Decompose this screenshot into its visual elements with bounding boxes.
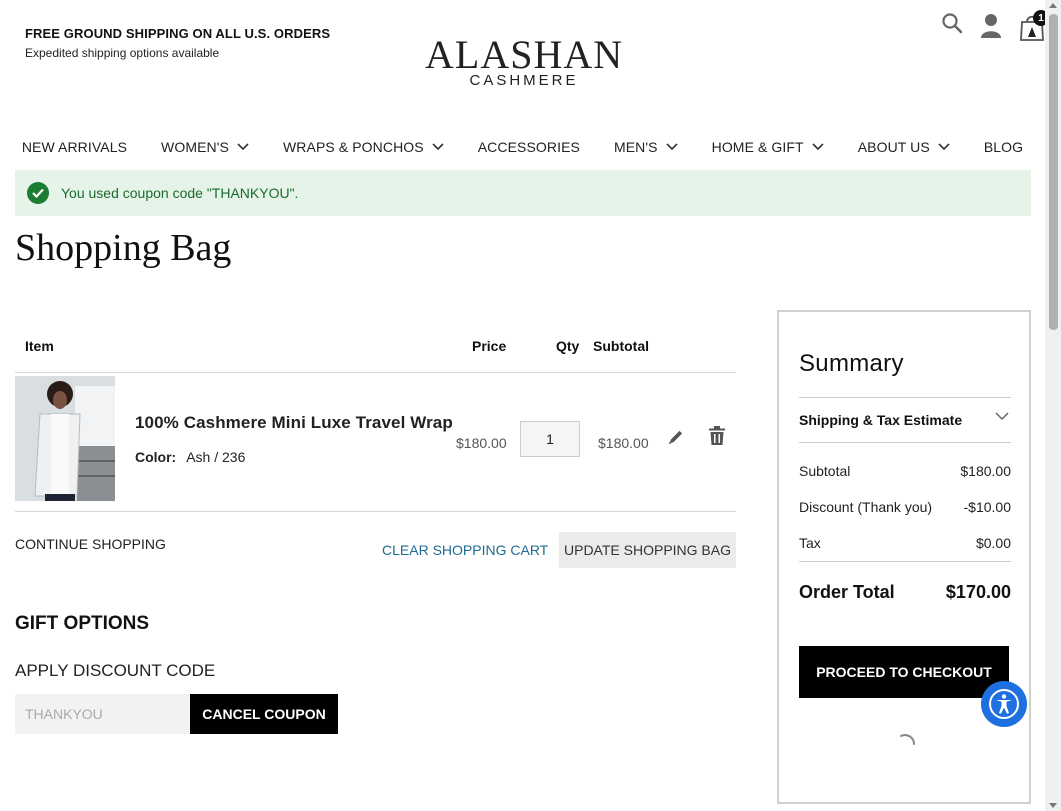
chevron-down-icon: [938, 143, 950, 151]
page-title: Shopping Bag: [15, 227, 232, 269]
nav-item-label: WOMEN'S: [161, 139, 229, 155]
summary-row-tax: Tax $0.00: [799, 535, 1011, 551]
shipping-promo: FREE GROUND SHIPPING ON ALL U.S. ORDERS …: [25, 26, 330, 60]
page-scrollbar[interactable]: [1045, 0, 1061, 811]
nav-item-wraps-ponchos[interactable]: WRAPS & PONCHOS: [266, 137, 461, 157]
summary-title: Summary: [799, 350, 904, 377]
summary-row-value: $180.00: [960, 463, 1011, 479]
coupon-success-message: You used coupon code "THANKYOU".: [15, 170, 1031, 216]
nav-item-label: WRAPS & PONCHOS: [282, 139, 424, 155]
scrollbar-thumb[interactable]: [1049, 14, 1058, 330]
chevron-down-icon: [432, 143, 444, 151]
search-icon[interactable]: [941, 12, 963, 42]
accessibility-icon[interactable]: [981, 681, 1027, 727]
summary-row-label: Subtotal: [799, 463, 851, 479]
item-price: $180.00: [456, 435, 507, 451]
nav-item-label: MEN'S: [613, 139, 658, 155]
summary-row-value: $0.00: [975, 535, 1011, 551]
summary-row-label: Tax: [799, 535, 821, 551]
quantity-input[interactable]: 1: [520, 421, 580, 457]
column-header-subtotal: Subtotal: [593, 338, 649, 354]
nav-item-home-gift[interactable]: HOME & GIFT: [695, 137, 841, 157]
column-header-item: Item: [25, 338, 54, 354]
promo-title: FREE GROUND SHIPPING ON ALL U.S. ORDERS: [25, 26, 331, 41]
nav-item-label: HOME & GIFT: [711, 139, 804, 155]
nav-item-label: ACCESSORIES: [477, 139, 580, 155]
account-icon[interactable]: [980, 12, 1002, 42]
checkmark-icon: [27, 182, 49, 204]
gift-options-heading: GIFT OPTIONS: [15, 613, 150, 634]
main-nav: NEW ARRIVALS WOMEN'S WRAPS & PONCHOS ACC…: [0, 137, 1045, 157]
summary-row-label: Discount (Thank you): [799, 499, 933, 515]
cart-icon[interactable]: 1: [1019, 10, 1049, 42]
loading-spinner-icon: [897, 732, 917, 757]
column-header-qty: Qty: [556, 338, 580, 354]
nav-item-womens[interactable]: WOMEN'S: [144, 137, 266, 157]
nav-item-new-arrivals[interactable]: NEW ARRIVALS: [5, 137, 144, 157]
discount-code-heading[interactable]: APPLY DISCOUNT CODE: [15, 661, 215, 681]
cancel-coupon-button[interactable]: CANCEL COUPON: [190, 694, 338, 734]
product-color: Color: Ash / 236: [135, 449, 245, 465]
clear-cart-link[interactable]: CLEAR SHOPPING CART: [382, 542, 548, 558]
order-total-value: $170.00: [945, 582, 1011, 602]
site-logo[interactable]: ALASHAN CASHMERE: [425, 32, 624, 90]
color-label: Color:: [135, 449, 177, 465]
divider: [799, 561, 1011, 562]
edit-icon[interactable]: [667, 428, 685, 451]
nav-item-label: ABOUT US: [857, 139, 930, 155]
chevron-down-icon: [237, 143, 249, 151]
chevron-down-icon: [666, 143, 678, 151]
divider: [799, 397, 1011, 398]
shipping-tax-estimate-toggle[interactable]: Shipping & Tax Estimate: [799, 412, 1011, 428]
product-name-link[interactable]: 100% Cashmere Mini Luxe Travel Wrap: [135, 413, 453, 433]
column-header-price: Price: [472, 338, 507, 354]
scroll-up-icon[interactable]: [1049, 3, 1057, 8]
divider: [799, 442, 1011, 443]
nav-item-accessories[interactable]: ACCESSORIES: [461, 137, 597, 157]
shipping-estimate-label: Shipping & Tax Estimate: [799, 412, 963, 428]
order-total-label: Order Total: [799, 582, 895, 602]
trash-icon[interactable]: [708, 426, 726, 451]
nav-item-label: NEW ARRIVALS: [21, 139, 128, 155]
nav-item-about-us[interactable]: ABOUT US: [841, 137, 967, 157]
header-icons: 1: [941, 10, 1049, 42]
summary-row-value: -$10.00: [963, 499, 1011, 515]
logo-main-text: ALASHAN: [425, 32, 624, 77]
divider: [15, 372, 736, 373]
nav-item-mens[interactable]: MEN'S: [597, 137, 695, 157]
divider: [15, 511, 736, 512]
chevron-down-icon: [812, 143, 824, 151]
continue-shopping-link[interactable]: CONTINUE SHOPPING: [15, 536, 166, 552]
item-subtotal: $180.00: [598, 435, 649, 451]
order-summary: Summary Shipping & Tax Estimate Subtotal…: [777, 310, 1031, 804]
nav-item-blog[interactable]: BLOG: [967, 137, 1040, 157]
coupon-code-input[interactable]: [15, 694, 191, 734]
summary-row-discount: Discount (Thank you) -$10.00: [799, 499, 1011, 515]
promo-subtitle: Expedited shipping options available: [25, 46, 220, 60]
color-value: Ash / 236: [186, 449, 246, 465]
scroll-down-icon[interactable]: [1049, 803, 1057, 808]
order-total: Order Total $170.00: [799, 582, 1011, 603]
nav-item-label: BLOG: [983, 139, 1024, 155]
chevron-down-icon: [995, 412, 1009, 421]
update-bag-button[interactable]: UPDATE SHOPPING BAG: [559, 532, 736, 568]
product-thumbnail[interactable]: [15, 376, 115, 501]
summary-row-subtotal: Subtotal $180.00: [799, 463, 1011, 479]
notice-text: You used coupon code "THANKYOU".: [61, 185, 299, 201]
proceed-to-checkout-button[interactable]: PROCEED TO CHECKOUT: [799, 646, 1009, 698]
